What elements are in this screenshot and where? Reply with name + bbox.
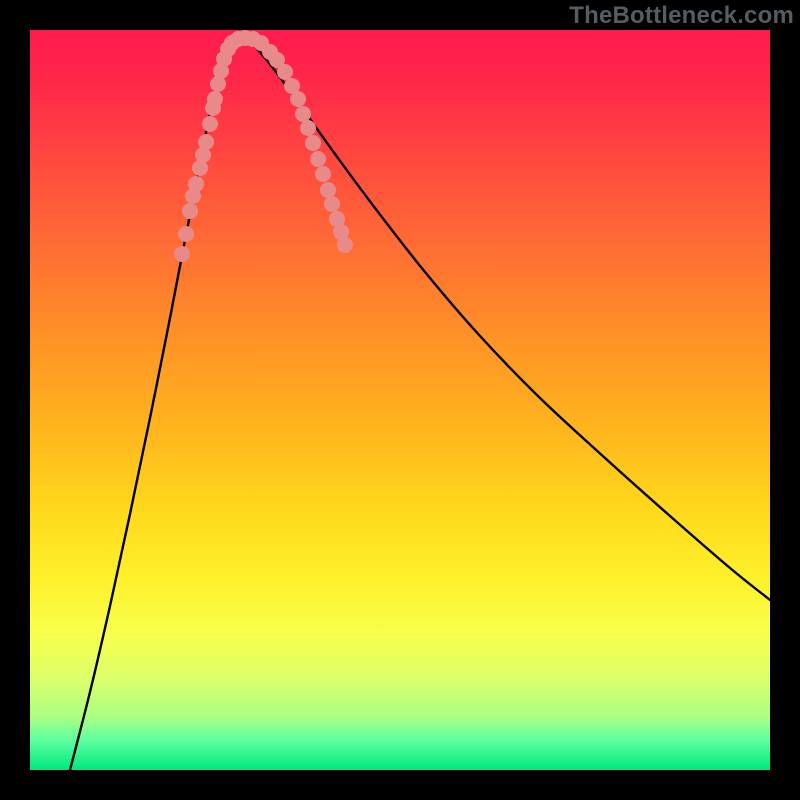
highlight-points (174, 30, 353, 262)
highlight-point (305, 135, 321, 151)
highlight-point (202, 116, 218, 132)
highlight-point (300, 120, 316, 136)
highlight-point (182, 203, 198, 219)
highlight-point (207, 91, 223, 107)
bottleneck-curve-path (70, 37, 770, 770)
highlight-point (324, 196, 340, 212)
highlight-point (178, 226, 194, 242)
highlight-point (277, 64, 293, 80)
curve-layer (30, 30, 770, 770)
highlight-point (320, 182, 336, 198)
highlight-point (337, 237, 353, 253)
highlight-point (295, 106, 311, 122)
highlight-point (188, 176, 204, 192)
watermark-text: TheBottleneck.com (569, 2, 794, 30)
highlight-point (310, 151, 326, 167)
chart-frame: TheBottleneck.com (0, 0, 800, 800)
highlight-point (290, 91, 306, 107)
highlight-point (174, 246, 190, 262)
highlight-point (315, 166, 331, 182)
plot-area (30, 30, 770, 770)
bottleneck-curve (70, 37, 770, 770)
highlight-point (198, 134, 214, 150)
